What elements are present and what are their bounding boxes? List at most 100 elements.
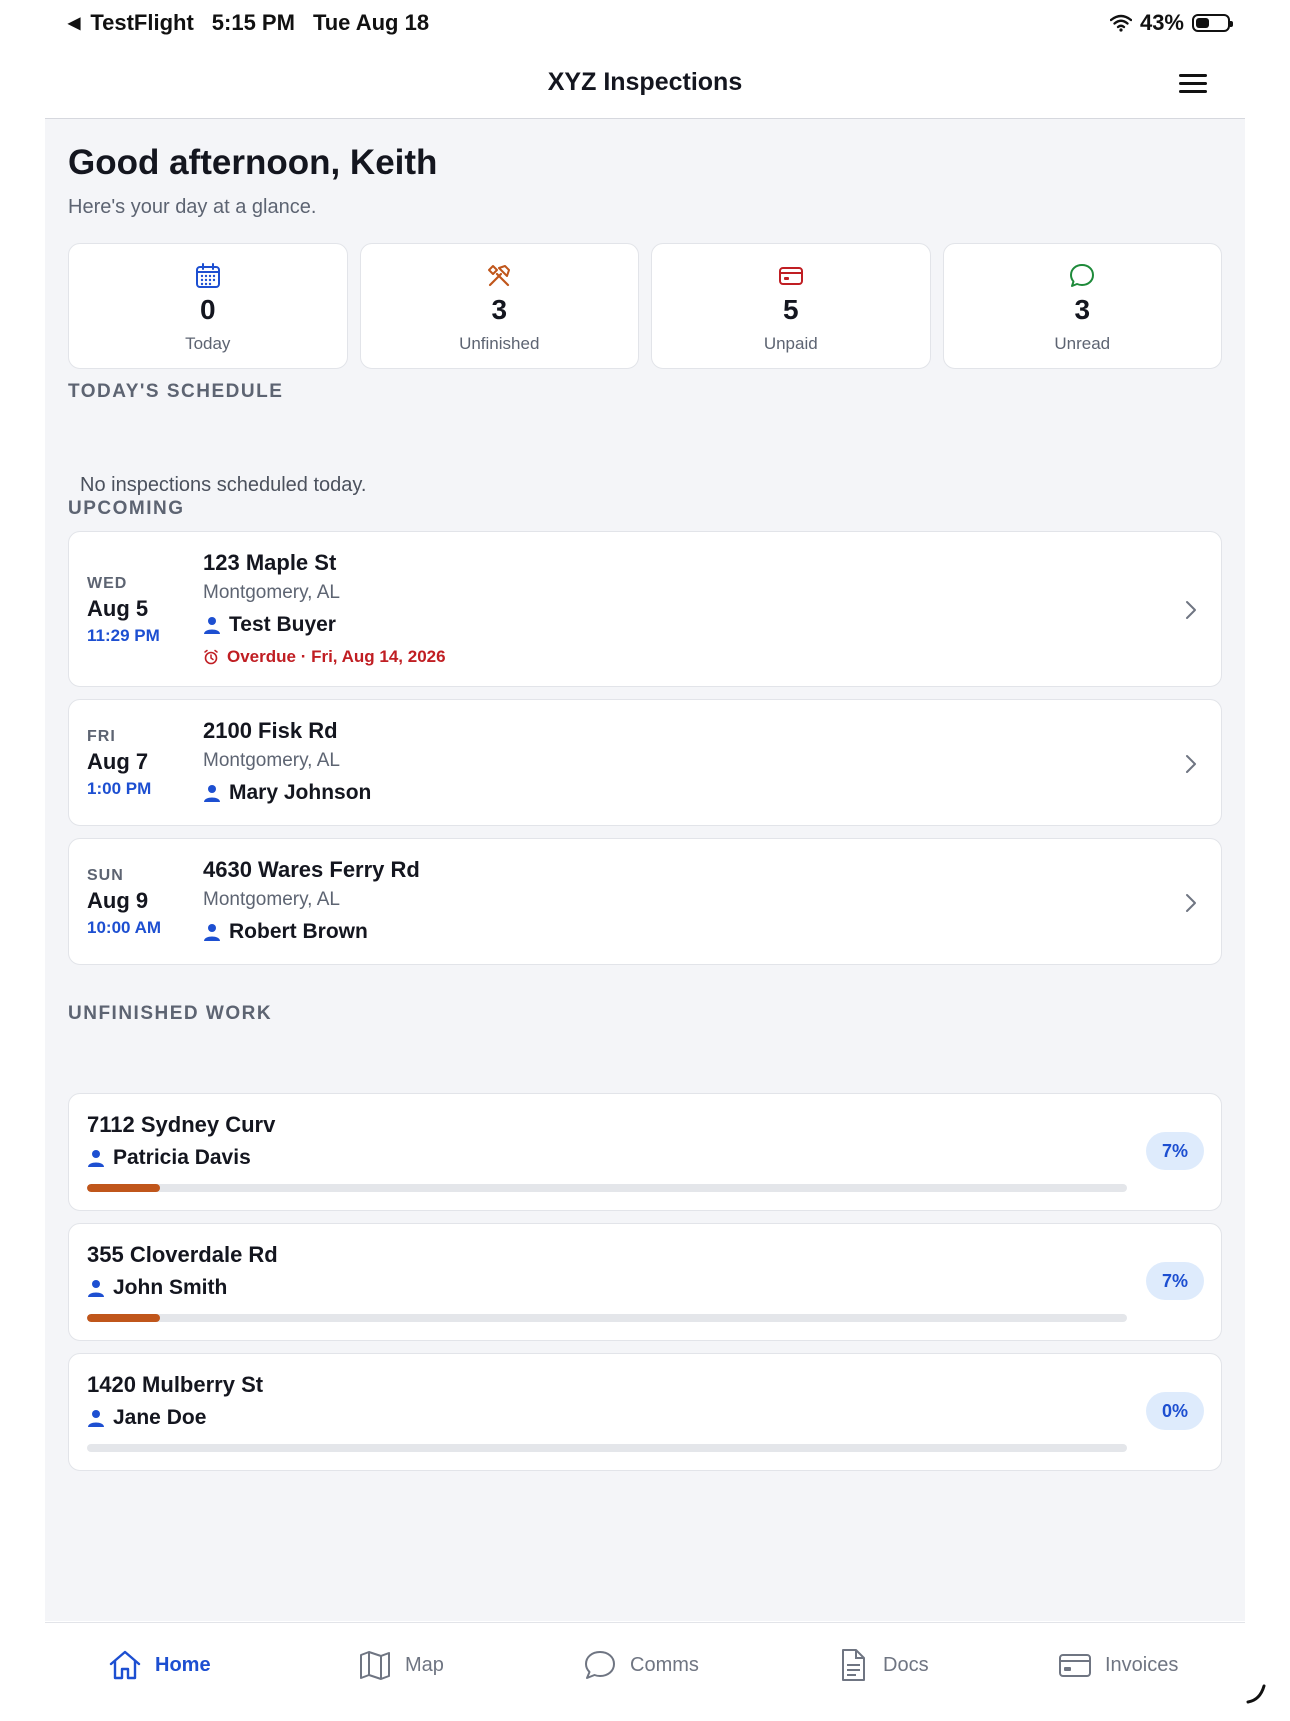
home-content[interactable]: Good afternoon, Keith Here's your day at… [45,119,1245,1621]
chevron-right-icon [1186,894,1196,912]
tab-label: Map [405,1653,444,1676]
inspection-weekday: FRI [87,728,116,745]
progress-badge: 7% [1146,1262,1204,1300]
status-date: Tue Aug 18 [312,10,430,35]
inspection-city: Montgomery, AL [203,582,340,603]
inspection-date: Aug 5 [87,596,149,621]
stat-label: Today [185,334,231,353]
person-icon [88,1150,104,1167]
progress-bar [87,1314,1127,1322]
overdue-notice: Overdue · Fri, Aug 14, 2026 [203,647,446,667]
work-client: John Smith [87,1276,227,1300]
unfinished-work-card[interactable]: 355 Cloverdale Rd John Smith 7% [68,1223,1222,1341]
stat-card-unfinished[interactable]: 3 Unfinished [359,243,639,369]
inspection-client: Robert Brown [203,920,368,944]
back-app-label[interactable]: TestFlight [90,10,193,36]
upcoming-heading: UPCOMING [68,498,185,519]
stat-value: 3 [491,294,508,325]
client-name: Mary Johnson [229,781,372,804]
unfinished-work-card[interactable]: 1420 Mulberry St Jane Doe 0% [68,1353,1222,1471]
tab-label: Home [155,1653,211,1676]
work-address: 7112 Sydney Curv [87,1112,276,1137]
inspection-time: 10:00 AM [87,918,162,937]
inspection-address: 2100 Fisk Rd [203,718,338,743]
app-title: XYZ Inspections [547,68,743,96]
stat-card-unread[interactable]: 3 Unread [942,243,1222,369]
document-icon [842,1649,865,1681]
stat-label: Unpaid [763,334,818,353]
inspection-date: Aug 9 [87,888,149,913]
stat-card-today[interactable]: 0 Today [68,243,348,369]
person-icon [204,785,220,802]
progress-bar-fill [87,1314,160,1322]
client-name: John Smith [113,1276,228,1299]
inspection-time: 1:00 PM [87,779,152,798]
inspection-weekday: WED [87,575,128,592]
status-bar: ◀ TestFlight 5:15 PM Tue Aug 18 43% [0,0,1290,48]
credit-card-icon [1059,1654,1091,1677]
greeting-title: Good afternoon, Keith [68,143,438,182]
stat-value: 5 [782,294,799,325]
client-name: Robert Brown [229,920,368,943]
navigation-bar: XYZ Inspections [45,50,1245,119]
calendar-icon [195,263,220,288]
alarm-clock-icon [204,649,218,665]
tab-home[interactable]: Home [107,1647,211,1683]
back-arrow-icon[interactable]: ◀ [68,13,80,33]
inspection-city: Montgomery, AL [203,750,340,771]
work-address: 1420 Mulberry St [87,1372,264,1397]
client-name: Test Buyer [229,613,336,636]
tab-comms[interactable]: Comms [582,1647,699,1683]
person-icon [88,1410,104,1427]
stat-value: 3 [1074,294,1091,325]
tab-label: Docs [883,1653,929,1676]
work-address: 355 Cloverdale Rd [87,1242,278,1267]
stat-card-unpaid[interactable]: 5 Unpaid [651,243,931,369]
work-client: Patricia Davis [87,1146,251,1170]
inspection-weekday: SUN [87,867,124,884]
inspection-date: Aug 7 [87,749,149,774]
progress-bar [87,1184,1127,1192]
upcoming-inspection-card[interactable]: FRI Aug 7 1:00 PM 2100 Fisk Rd Montgomer… [68,699,1222,826]
stat-value: 0 [199,294,216,325]
credit-card-icon [778,267,803,285]
tab-invoices[interactable]: Invoices [1057,1647,1178,1683]
client-name: Patricia Davis [113,1146,251,1169]
chat-bubble-icon [1070,264,1095,287]
battery-icon [1192,14,1233,32]
unfinished-work-card[interactable]: 7112 Sydney Curv Patricia Davis 7% [68,1093,1222,1211]
tab-label: Comms [630,1653,699,1676]
unfinished-work-heading: UNFINISHED WORK [68,1003,273,1024]
schedule-empty-message: No inspections scheduled today. [80,474,367,496]
stat-label: Unread [1054,334,1111,353]
map-icon [360,1651,390,1680]
progress-bar [87,1444,1127,1452]
inspection-address: 123 Maple St [203,550,337,575]
person-icon [88,1280,104,1297]
person-icon [204,924,220,941]
status-time: 5:15 PM [211,10,295,35]
inspection-address: 4630 Wares Ferry Rd [203,857,420,882]
chevron-right-icon [1186,755,1196,773]
status-right: 43% [1109,10,1233,36]
todays-schedule-heading: TODAY'S SCHEDULE [68,381,284,402]
work-client: Jane Doe [87,1406,206,1430]
hamburger-menu-icon[interactable] [1179,74,1207,94]
chat-bubble-icon [585,1651,615,1679]
inspection-client: Test Buyer [203,613,336,637]
tab-docs[interactable]: Docs [835,1647,929,1683]
tab-label: Invoices [1105,1653,1179,1676]
inspection-client: Mary Johnson [203,781,371,805]
tab-map[interactable]: Map [357,1647,444,1683]
overdue-text: Overdue · Fri, Aug 14, 2026 [227,647,446,666]
progress-badge: 7% [1146,1132,1204,1170]
upcoming-inspection-card[interactable]: WED Aug 5 11:29 PM 123 Maple St Montgome… [68,531,1222,687]
inspection-time: 11:29 PM [87,626,160,645]
tools-icon [488,265,511,287]
upcoming-inspection-card[interactable]: SUN Aug 9 10:00 AM 4630 Wares Ferry Rd M… [68,838,1222,965]
home-icon [109,1650,141,1680]
client-name: Jane Doe [113,1406,207,1429]
tab-bar: Home Map Comms Docs Invoices [45,1622,1245,1721]
stats-row: 0 Today 3 Unfinished 5 Unpaid 3 Unread [68,243,1222,369]
wifi-icon [1109,14,1132,32]
